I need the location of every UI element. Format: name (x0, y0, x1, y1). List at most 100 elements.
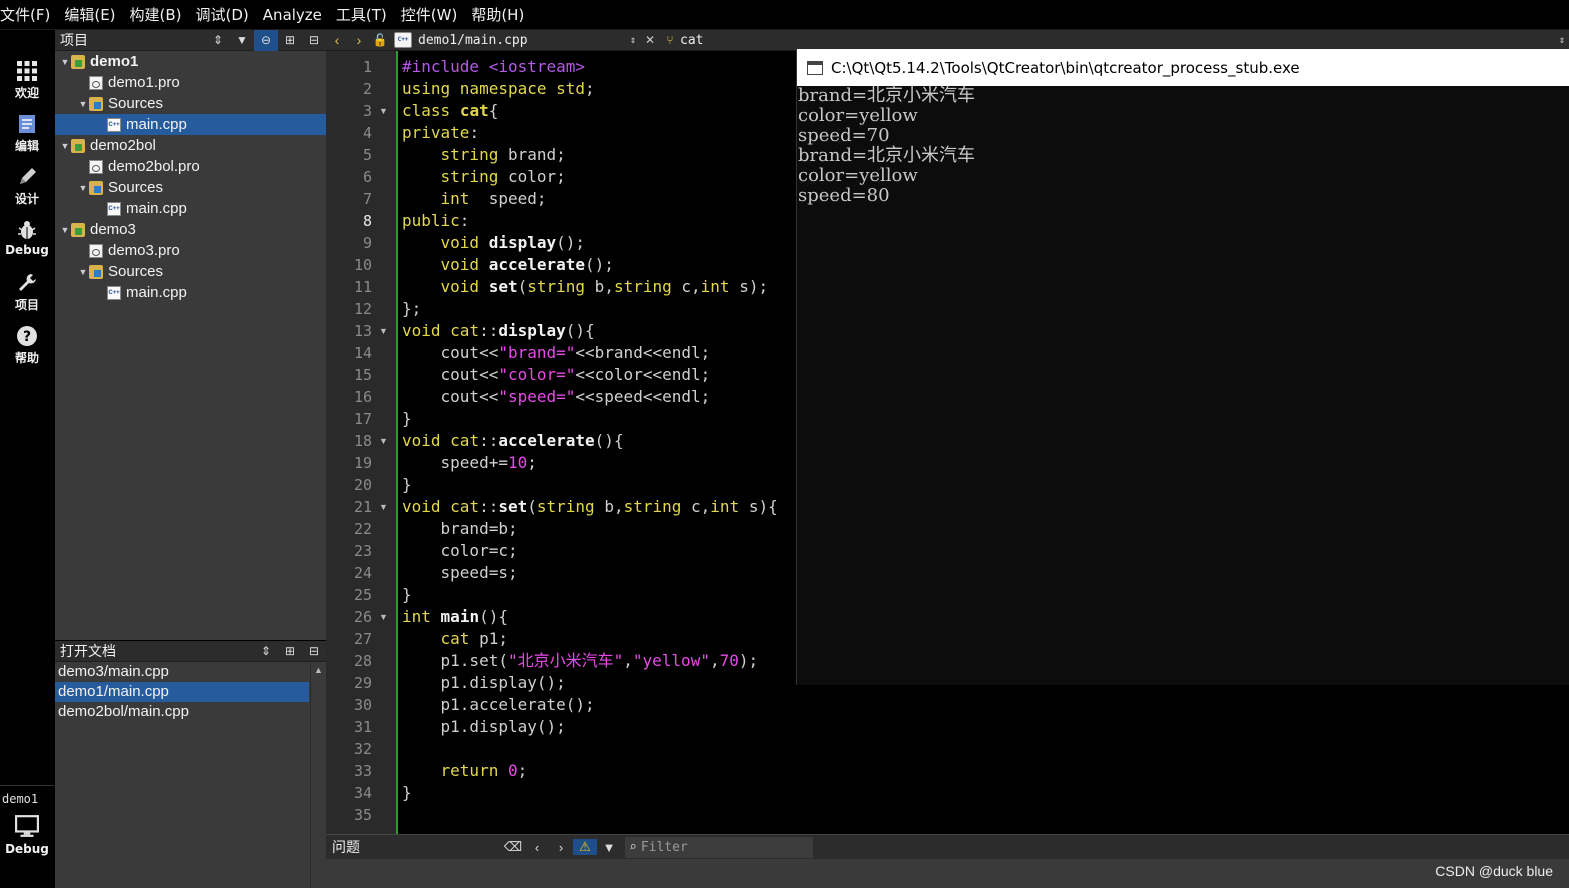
mode-label: 帮助 (14, 351, 39, 365)
forward-icon[interactable]: › (348, 32, 370, 48)
open-document-item[interactable]: demo2bol/main.cpp (55, 702, 309, 722)
code-line: } (402, 474, 412, 496)
line-number: 7 (362, 190, 372, 208)
menu-item[interactable]: 工具(T) (329, 4, 394, 25)
menu-item[interactable]: 帮助(H) (464, 4, 531, 25)
symbol-selector[interactable]: ⑂ cat ⇕ (660, 33, 1569, 48)
expand-arrow-icon[interactable]: ▼ (59, 225, 71, 235)
sort-arrows-icon[interactable]: ⇕ (254, 641, 278, 662)
mode-welcome[interactable]: 欢迎 (0, 60, 54, 110)
back-icon[interactable]: ‹ (326, 32, 348, 48)
fold-arrow-icon[interactable]: ▼ (379, 100, 388, 122)
link-icon[interactable]: ⊖ (254, 29, 278, 51)
code-line: class cat{ (402, 100, 498, 122)
open-document-item[interactable]: demo1/main.cpp (55, 682, 309, 702)
close-pane-icon[interactable]: ⊟ (302, 30, 326, 51)
fold-arrow-icon[interactable]: ▼ (379, 606, 388, 628)
line-number: 4 (362, 124, 372, 142)
file-selector[interactable]: C++ demo1/main.cpp ⇕ (390, 32, 640, 48)
code-line: using namespace std; (402, 78, 595, 100)
fold-arrow-icon[interactable]: ▼ (379, 320, 388, 342)
cpp-file-icon: C++ (394, 32, 412, 48)
code-line: color=c; (402, 540, 518, 562)
code-line: public: (402, 210, 469, 232)
console-line: color=yellow (798, 165, 918, 186)
prev-icon[interactable]: ‹ (525, 840, 549, 855)
split-icon[interactable]: ⊞ (278, 30, 302, 51)
menu-item[interactable]: 文件(F) (0, 4, 57, 25)
mode-projects[interactable]: 项目 (0, 272, 54, 322)
tree-item[interactable]: C++ main.cpp (55, 114, 326, 135)
grid-icon (17, 61, 37, 81)
tree-item[interactable]: C++ main.cpp (55, 198, 326, 219)
code-token: string (440, 145, 499, 164)
code-token: main (440, 607, 480, 626)
tree-item[interactable]: demo2bol.pro (55, 156, 326, 177)
line-number: 11 (353, 278, 372, 296)
tree-item[interactable]: demo1.pro (55, 72, 326, 93)
code-token: color; (498, 167, 566, 186)
tree-item[interactable]: ▼ demo2bol (55, 135, 326, 156)
clear-icon[interactable]: ⌫ (501, 839, 525, 855)
sort-arrows-icon[interactable]: ⇕ (206, 30, 230, 51)
filter-icon[interactable]: ▼ (597, 840, 621, 855)
menu-item[interactable]: 构建(B) (123, 4, 189, 25)
menu-item[interactable]: 控件(W) (394, 4, 465, 25)
code-token: p1.accelerate(); (402, 695, 595, 714)
console-window[interactable]: C:\Qt\Qt5.14.2\Tools\QtCreator\bin\qtcre… (796, 49, 1569, 685)
scroll-up-icon[interactable]: ▲ (311, 663, 326, 675)
tree-item[interactable]: ▼ demo3 (55, 219, 326, 240)
console-title-bar[interactable]: C:\Qt\Qt5.14.2\Tools\QtCreator\bin\qtcre… (797, 49, 1569, 86)
code-token: c, (671, 277, 701, 296)
tree-item[interactable]: demo3.pro (55, 240, 326, 261)
scrollbar[interactable]: ▲ (310, 663, 326, 888)
menu-item[interactable]: Analyze (256, 6, 329, 24)
code-token: ; (527, 453, 537, 472)
expand-arrow-icon[interactable]: ▼ (59, 57, 71, 67)
tree-item[interactable]: ▼ Sources (55, 177, 326, 198)
tree-item[interactable]: C++ main.cpp (55, 282, 326, 303)
line-number: 13 (353, 322, 372, 340)
close-file-icon[interactable]: ✕ (640, 33, 660, 47)
expand-arrow-icon[interactable]: ▼ (77, 183, 89, 193)
expand-arrow-icon[interactable]: ▼ (77, 99, 89, 109)
mode-design[interactable]: 设计 (0, 166, 54, 216)
tree-item[interactable]: ▼ Sources (55, 261, 326, 282)
code-token: : (469, 123, 480, 142)
code-line: private: (402, 122, 479, 144)
code-line: p1.set("北京小米汽车","yellow",70); (402, 650, 759, 672)
expand-arrow-icon[interactable]: ▼ (59, 141, 71, 151)
split-icon[interactable]: ⊞ (278, 641, 302, 662)
mode-help[interactable]: ? 帮助 (0, 325, 54, 375)
fold-arrow-icon[interactable]: ▼ (379, 430, 388, 452)
expand-arrow-icon[interactable]: ▼ (77, 267, 89, 277)
kit-selector[interactable]: Debug (0, 814, 54, 864)
line-number: 17 (353, 410, 372, 428)
filter-input[interactable]: ⌕ Filter (625, 836, 813, 858)
menu-item[interactable]: 调试(D) (189, 4, 256, 25)
folder-icon (89, 264, 103, 279)
mode-debug[interactable]: Debug (0, 219, 54, 269)
code-token: std (556, 79, 586, 98)
warning-icon[interactable]: ⚠ (573, 839, 597, 855)
kit-name: demo1 (2, 792, 39, 806)
line-number: 23 (353, 542, 372, 560)
tree-item-label: demo3.pro (108, 242, 180, 259)
fold-arrow-icon[interactable]: ▼ (379, 496, 388, 518)
code-token: "brand=" (498, 343, 576, 362)
tree-item-label: demo1.pro (108, 74, 180, 91)
mode-edit[interactable]: 编辑 (0, 113, 54, 163)
code-token: set (498, 497, 528, 516)
open-document-item[interactable]: demo3/main.cpp (55, 662, 309, 682)
tree-item[interactable]: ▼ Sources (55, 93, 326, 114)
close-pane-icon[interactable]: ⊟ (302, 641, 326, 662)
filter-icon[interactable]: ▼ (230, 30, 254, 51)
menu-item[interactable]: 编辑(E) (57, 4, 122, 25)
code-line: speed+=10; (402, 452, 537, 474)
next-icon[interactable]: › (549, 840, 573, 855)
tree-item[interactable]: ▼ demo1 (55, 51, 326, 72)
code-line: void cat::set(string b,string c,int s){ (402, 496, 778, 518)
code-token: cat (440, 629, 470, 648)
